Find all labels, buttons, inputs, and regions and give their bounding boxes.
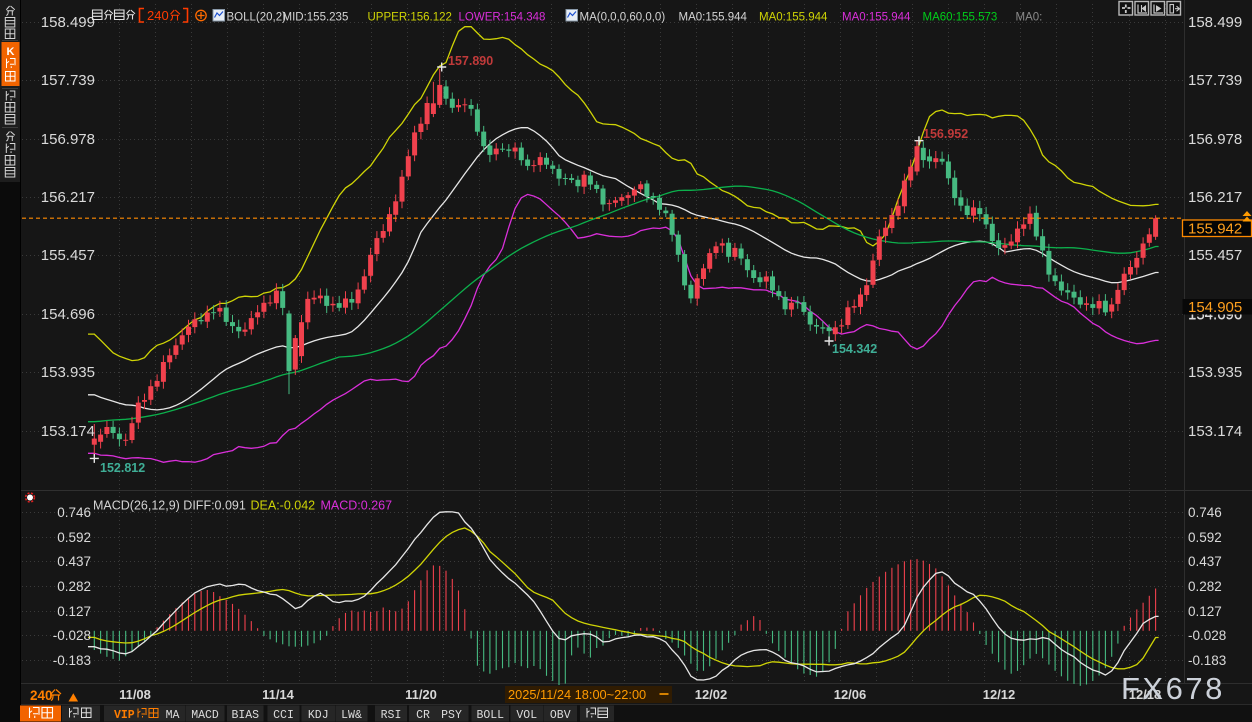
svg-text:MA60:155.573: MA60:155.573 — [923, 12, 998, 24]
svg-text:155.457: 155.457 — [1188, 247, 1242, 264]
svg-text:0.282: 0.282 — [1188, 579, 1222, 594]
svg-text:155.457: 155.457 — [41, 247, 95, 264]
svg-text:VOL: VOL — [516, 709, 537, 722]
svg-text:FX678: FX678 — [1121, 671, 1225, 706]
svg-text:153.174: 153.174 — [1188, 423, 1242, 440]
svg-text:LOWER:154.348: LOWER:154.348 — [459, 12, 546, 24]
svg-text:LW&: LW& — [341, 709, 362, 722]
svg-text:VIP: VIP — [114, 709, 135, 722]
svg-text:-0.028: -0.028 — [1188, 628, 1226, 643]
svg-text:MACD:0.267: MACD:0.267 — [321, 499, 393, 513]
svg-text:0.282: 0.282 — [57, 579, 91, 594]
svg-text:KDJ: KDJ — [308, 709, 329, 722]
svg-text:MA0:155.944: MA0:155.944 — [842, 12, 911, 24]
svg-text:156.952: 156.952 — [923, 127, 968, 141]
svg-text:157.739: 157.739 — [41, 72, 95, 89]
svg-text:152.812: 152.812 — [100, 461, 145, 475]
svg-text:CR: CR — [416, 709, 430, 722]
svg-text:154.342: 154.342 — [832, 342, 877, 356]
svg-text:0.592: 0.592 — [1188, 530, 1222, 545]
svg-text:0.127: 0.127 — [57, 604, 91, 619]
svg-text:157.890: 157.890 — [448, 54, 493, 68]
svg-text:154.696: 154.696 — [41, 306, 95, 323]
svg-text:OBV: OBV — [550, 709, 571, 722]
svg-text:0.437: 0.437 — [57, 554, 91, 569]
svg-text:BOLL: BOLL — [476, 709, 504, 722]
svg-text:0.437: 0.437 — [1188, 554, 1222, 569]
svg-text:-0.183: -0.183 — [53, 653, 91, 668]
svg-text:MA0:: MA0: — [1016, 12, 1043, 24]
svg-text:11/14: 11/14 — [262, 687, 295, 702]
svg-text:-0.028: -0.028 — [53, 628, 91, 643]
svg-text:153.174: 153.174 — [41, 423, 95, 440]
svg-text:-0.183: -0.183 — [1188, 653, 1226, 668]
svg-text:MACD: MACD — [191, 709, 219, 722]
svg-text:K: K — [7, 46, 15, 58]
svg-text:12/02: 12/02 — [695, 687, 728, 702]
svg-text:2025/11/24 18:00~22:00: 2025/11/24 18:00~22:00 — [508, 687, 646, 702]
svg-text:155.942: 155.942 — [1188, 221, 1242, 238]
svg-text:153.935: 153.935 — [41, 364, 95, 381]
svg-text:157.739: 157.739 — [1188, 72, 1242, 89]
svg-text:240: 240 — [30, 688, 53, 703]
svg-text:MA0:155.944: MA0:155.944 — [759, 12, 828, 24]
svg-text:158.499: 158.499 — [41, 14, 95, 31]
svg-text:156.978: 156.978 — [41, 131, 95, 148]
svg-text:MA0:155.944: MA0:155.944 — [679, 12, 748, 24]
svg-text:0.127: 0.127 — [1188, 604, 1222, 619]
svg-text:BOLL(20,2): BOLL(20,2) — [227, 12, 287, 24]
svg-text:MACD(26,12,9) DIFF:0.091: MACD(26,12,9) DIFF:0.091 — [93, 499, 246, 513]
svg-text:CCI: CCI — [273, 709, 294, 722]
svg-text:156.217: 156.217 — [41, 189, 95, 206]
svg-text:156.217: 156.217 — [1188, 189, 1242, 206]
svg-text:MID:155.235: MID:155.235 — [283, 12, 349, 24]
svg-text:12/06: 12/06 — [834, 687, 867, 702]
svg-text:0.592: 0.592 — [57, 530, 91, 545]
svg-text:11/20: 11/20 — [405, 687, 437, 702]
svg-text:0.746: 0.746 — [1188, 505, 1222, 520]
svg-text:11/08: 11/08 — [119, 687, 151, 702]
svg-text:MA: MA — [166, 709, 180, 722]
svg-text:0.746: 0.746 — [57, 505, 91, 520]
svg-text:UPPER:156.122: UPPER:156.122 — [368, 12, 452, 24]
svg-text:BIAS: BIAS — [231, 709, 259, 722]
svg-text:RSI: RSI — [381, 709, 402, 722]
svg-text:12/12: 12/12 — [983, 687, 1016, 702]
svg-text:DEA:-0.042: DEA:-0.042 — [251, 499, 316, 513]
svg-text:154.905: 154.905 — [1188, 299, 1242, 316]
svg-text:240: 240 — [147, 8, 169, 23]
svg-text:156.978: 156.978 — [1188, 131, 1242, 148]
svg-text:153.935: 153.935 — [1188, 364, 1242, 381]
svg-text:158.499: 158.499 — [1188, 14, 1242, 31]
svg-text:MA(0,0,0,60,0,0): MA(0,0,0,60,0,0) — [580, 12, 666, 24]
svg-text:PSY: PSY — [441, 709, 462, 722]
